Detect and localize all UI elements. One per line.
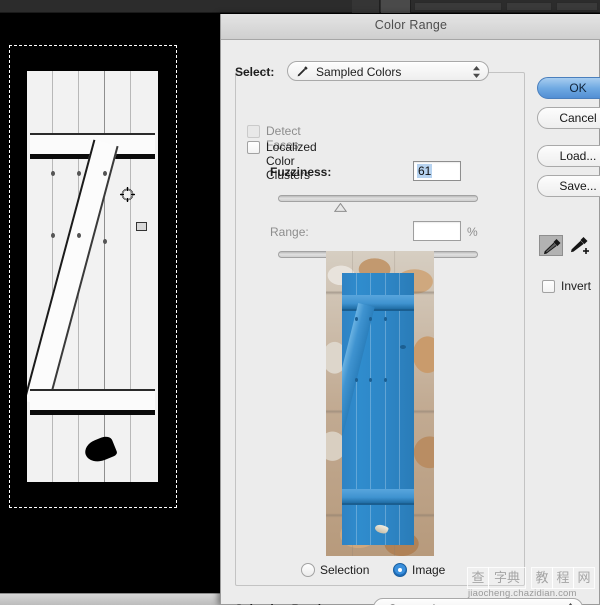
screen: Color Range Select: Sampled Colors bbox=[0, 0, 600, 605]
checkbox-box[interactable] bbox=[542, 280, 555, 293]
shutter-crossbar-bottom bbox=[342, 489, 414, 505]
eyedropper-add-button[interactable] bbox=[568, 235, 592, 256]
preview-thumbnail[interactable] bbox=[326, 251, 434, 556]
eyedropper-sample-button[interactable] bbox=[539, 235, 563, 256]
grayscale-preview-image bbox=[27, 71, 158, 482]
fuzziness-label: Fuzziness: bbox=[270, 165, 331, 179]
save-button[interactable]: Save... bbox=[537, 175, 600, 197]
blue-shutter bbox=[342, 273, 414, 545]
select-label: Select: bbox=[235, 65, 274, 79]
fuzziness-value: 61 bbox=[417, 164, 432, 178]
eyedropper-icon bbox=[540, 236, 564, 257]
shadow-blob bbox=[82, 434, 118, 466]
photoshop-options-toolbar[interactable] bbox=[0, 0, 600, 13]
checkbox-box[interactable] bbox=[247, 141, 260, 154]
range-label: Range: bbox=[270, 225, 309, 239]
checkbox-box bbox=[247, 125, 260, 138]
eyedropper-icon bbox=[296, 65, 309, 78]
toolbar-slider-1[interactable] bbox=[414, 2, 502, 11]
fuzziness-slider-thumb[interactable] bbox=[334, 203, 347, 212]
toolbar-cell-1[interactable] bbox=[352, 0, 380, 13]
toolbar-cell-brush[interactable] bbox=[381, 0, 411, 13]
crossbar-bottom bbox=[30, 389, 155, 415]
cancel-button[interactable]: Cancel bbox=[537, 107, 600, 129]
color-range-dialog: Color Range Select: Sampled Colors bbox=[220, 14, 600, 605]
stepper-arrows-icon[interactable] bbox=[566, 601, 575, 605]
range-unit: % bbox=[467, 225, 478, 239]
toolbar-slider-3[interactable] bbox=[556, 2, 598, 11]
dialog-titlebar[interactable]: Color Range bbox=[221, 14, 600, 40]
invert-label: Invert bbox=[561, 279, 591, 293]
ok-button[interactable]: OK bbox=[537, 77, 600, 99]
radio-dot[interactable] bbox=[393, 563, 407, 577]
dialog-title: Color Range bbox=[221, 18, 600, 32]
radio-selection-label: Selection bbox=[320, 563, 369, 577]
selection-marquee bbox=[9, 45, 177, 508]
toolbar-slider-2[interactable] bbox=[506, 2, 552, 11]
radio-dot[interactable] bbox=[301, 563, 315, 577]
radio-image-label: Image bbox=[412, 563, 445, 577]
range-input bbox=[413, 221, 461, 241]
select-value: Sampled Colors bbox=[316, 65, 401, 79]
fuzziness-input[interactable]: 61 bbox=[413, 161, 461, 181]
eyedropper-plus-icon bbox=[568, 235, 592, 256]
shutter-crossbar-top bbox=[342, 295, 414, 311]
snail-detail bbox=[374, 523, 389, 535]
latch-detail bbox=[136, 222, 147, 231]
eyedropper-target-cursor bbox=[120, 187, 135, 202]
load-button[interactable]: Load... bbox=[537, 145, 600, 167]
select-dropdown[interactable]: Sampled Colors bbox=[287, 61, 489, 81]
selection-preview-dropdown[interactable]: Grayscale bbox=[373, 598, 583, 605]
fuzziness-slider[interactable] bbox=[278, 195, 478, 202]
dialog-body: Select: Sampled Colors Detect Faces bbox=[221, 40, 600, 605]
stepper-arrows-icon[interactable] bbox=[472, 64, 481, 80]
